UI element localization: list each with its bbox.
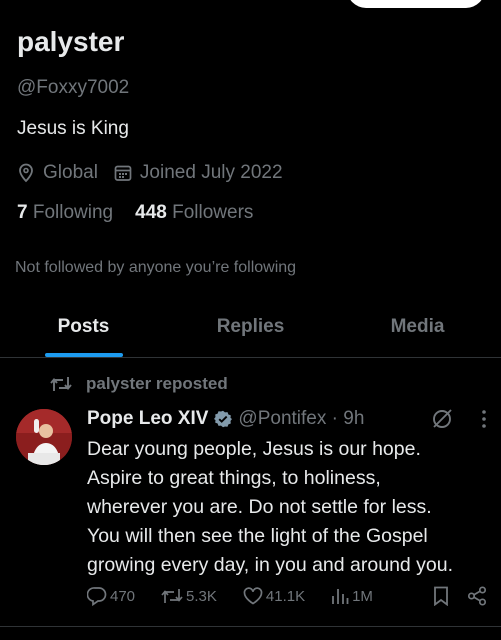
post-handle-time: @Pontifex · 9h [238, 408, 365, 429]
tab-media[interactable]: Media [334, 306, 501, 357]
profile-handle: @Foxxy7002 [17, 77, 130, 98]
tab-posts[interactable]: Posts [0, 306, 167, 357]
repost-icon [50, 377, 72, 391]
following-label: Following [32, 202, 114, 223]
views-icon [332, 589, 349, 604]
location: Global [17, 160, 98, 186]
more-icon[interactable] [481, 409, 487, 429]
followers-count: 448 [135, 202, 167, 223]
post-text-line: wherever you are. Do not settle for less… [87, 496, 432, 518]
profile-header: palyster @Foxxy7002 Jesus is King Global… [17, 24, 484, 226]
views-count: 1M [352, 587, 373, 605]
bookmark-icon [434, 586, 448, 606]
join-date-text: Joined July 2022 [139, 162, 283, 183]
location-text: Global [43, 162, 98, 183]
followers-label: Followers [172, 202, 254, 223]
post-text-line: You will then see the light of the Gospe… [87, 525, 428, 547]
post-header: Pope Leo XIV @Pontifex · 9h [87, 406, 487, 432]
post-text: Dear young people, Jesus is our hope. As… [87, 435, 487, 580]
profile-name: palyster [17, 26, 125, 57]
post-text-line: growing every day, in you and around you… [87, 554, 454, 576]
following-link[interactable]: 7 Following [17, 200, 113, 226]
profile-tabs: Posts Replies Media [0, 306, 501, 358]
profile-bio: Jesus is King [17, 118, 129, 139]
reply-count: 470 [110, 587, 136, 605]
location-icon [19, 163, 33, 183]
like-icon [243, 587, 263, 605]
post[interactable]: Pope Leo XIV @Pontifex · 9h Dear young p… [87, 406, 487, 580]
tab-replies[interactable]: Replies [167, 306, 334, 357]
reply-button[interactable]: 470 [87, 586, 135, 606]
followers-link[interactable]: 448 Followers [135, 200, 253, 226]
feed-divider [0, 626, 501, 627]
following-count: 7 [17, 202, 28, 223]
calendar-icon [114, 165, 132, 181]
post-actions: 470 5.3K 41.1K 1M [87, 586, 487, 606]
post-text-line: Dear young people, Jesus is our hope. [87, 438, 421, 460]
join-date: Joined July 2022 [114, 160, 283, 186]
verified-badge-icon [214, 410, 233, 428]
like-button[interactable]: 41.1K [243, 587, 305, 605]
share-button[interactable] [467, 586, 487, 606]
share-icon [467, 586, 487, 606]
repost-label: palyster reposted [86, 374, 228, 393]
follow-stats: 7 Following 448 Followers [17, 200, 484, 226]
not-followed-note: Not followed by anyone you’re following [15, 259, 297, 276]
post-actions-right [415, 586, 487, 606]
profile-meta: Global Joined July 2022 [17, 160, 484, 186]
author-avatar[interactable] [16, 409, 72, 465]
reply-icon [87, 587, 107, 606]
post-header-actions [431, 408, 487, 430]
repost-icon [161, 589, 183, 603]
post-text-line: Aspire to great things, to holiness, [87, 467, 381, 489]
repost-button[interactable]: 5.3K [161, 587, 217, 605]
like-count: 41.1K [265, 587, 306, 605]
views-button[interactable]: 1M [331, 587, 373, 605]
repost-indicator[interactable]: palyster reposted [50, 374, 228, 394]
repost-count: 5.3K [186, 587, 217, 605]
grok-icon[interactable] [431, 408, 453, 430]
bookmark-button[interactable] [433, 586, 449, 606]
top-action-button[interactable] [347, 0, 485, 8]
post-author[interactable]: Pope Leo XIV [87, 406, 208, 432]
